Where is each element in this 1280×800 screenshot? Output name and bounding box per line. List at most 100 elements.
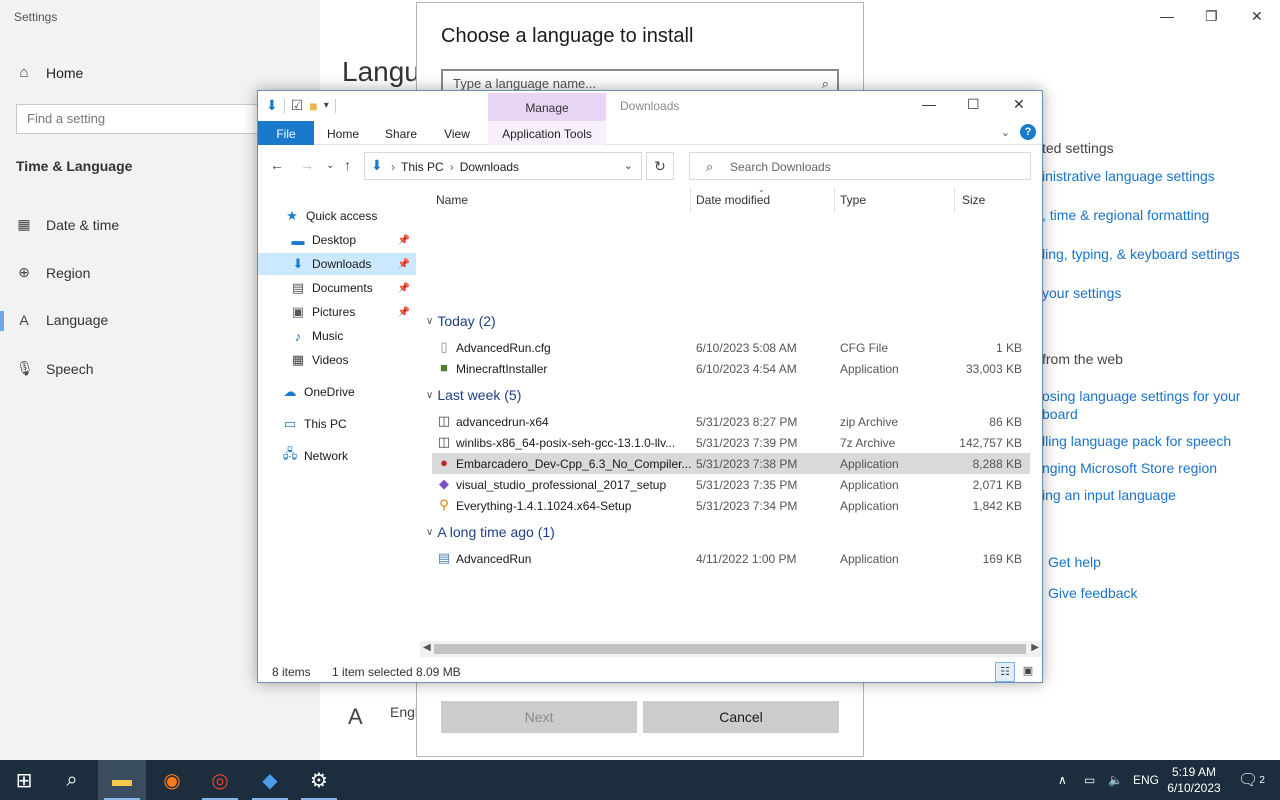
file-row[interactable]: ▤ AdvancedRun 4/11/2022 1:00 PM Applicat… xyxy=(432,548,1030,569)
nav-videos[interactable]: ▦ Videos xyxy=(258,349,416,371)
group-header-today[interactable]: ∨ Today (2) xyxy=(426,313,496,329)
taskbar-settings[interactable]: ⚙ xyxy=(295,760,343,800)
next-button[interactable]: Next xyxy=(441,701,637,733)
file-row[interactable]: ◆ visual_studio_professional_2017_setup … xyxy=(432,474,1030,495)
new-folder-icon[interactable]: ■ xyxy=(309,98,317,114)
tab-file[interactable]: File xyxy=(258,121,314,145)
column-header-type[interactable]: Type xyxy=(840,193,866,207)
up-arrow-icon[interactable]: ↑ xyxy=(344,157,351,173)
application-window-icon: ▤ xyxy=(437,550,451,565)
nav-network[interactable]: 🖧 Network xyxy=(258,445,416,467)
file-row[interactable]: ▯ AdvancedRun.cfg 6/10/2023 5:08 AM CFG … xyxy=(432,337,1030,358)
details-view-icon[interactable]: ☷ xyxy=(995,662,1015,682)
nav-pictures[interactable]: ▣ Pictures 📌 xyxy=(258,301,416,323)
web-help-link[interactable]: nging Microsoft Store region xyxy=(1042,459,1252,477)
file-row[interactable]: ◫ advancedrun-x64 5/31/2023 8:27 PM zip … xyxy=(432,411,1030,432)
start-button[interactable]: ⊞ xyxy=(0,760,48,800)
customize-toolbar-icon[interactable]: ▾ xyxy=(324,100,329,111)
quick-access-toolbar: ⬇ ☑ ■ ▾ xyxy=(266,97,336,114)
notification-center-button[interactable]: 🗨 2 xyxy=(1238,760,1265,800)
nav-onedrive[interactable]: ☁ OneDrive xyxy=(258,381,416,403)
web-help-link[interactable]: board xyxy=(1042,405,1252,423)
back-arrow-icon[interactable]: ← xyxy=(270,157,284,173)
taskbar-firefox[interactable]: ◉ xyxy=(148,760,196,800)
related-link[interactable]: , time & regional formatting xyxy=(1042,206,1252,224)
recent-locations-icon[interactable]: ⌄ xyxy=(326,160,334,171)
dialog-title: Choose a language to install xyxy=(441,25,694,47)
help-icon[interactable]: ? xyxy=(1020,124,1036,140)
web-help-link[interactable]: osing language settings for your xyxy=(1042,387,1252,405)
column-separator[interactable] xyxy=(954,187,955,213)
explorer-maximize-button[interactable]: ☐ xyxy=(967,96,980,113)
nav-music[interactable]: ♪ Music xyxy=(258,325,416,347)
tab-application-tools[interactable]: Application Tools xyxy=(488,121,606,145)
column-header-name[interactable]: Name xyxy=(436,193,468,207)
large-icons-view-icon[interactable]: ▣ xyxy=(1018,662,1038,682)
refresh-button[interactable]: ↻ xyxy=(646,152,674,180)
nav-downloads[interactable]: ⬇ Downloads 📌 xyxy=(258,253,416,275)
properties-icon[interactable]: ☑ xyxy=(291,97,304,114)
tab-view[interactable]: View xyxy=(438,121,476,145)
breadcrumb-downloads[interactable]: Downloads xyxy=(460,160,519,174)
forward-arrow-icon[interactable]: → xyxy=(300,157,314,173)
group-header-long-ago[interactable]: ∨ A long time ago (1) xyxy=(426,524,555,540)
address-bar[interactable]: ⬇ › This PC › Downloads ⌄ xyxy=(364,152,642,180)
expand-ribbon-icon[interactable]: ⌄ xyxy=(1001,126,1010,139)
taskbar-file-explorer[interactable]: ▬ xyxy=(98,760,146,800)
tab-share[interactable]: Share xyxy=(380,121,422,145)
sidebar-item-language[interactable]: A Language xyxy=(16,312,108,328)
clock-time: 5:19 AM xyxy=(1171,765,1217,779)
horizontal-scrollbar[interactable]: ◀ ▶ xyxy=(420,641,1042,657)
chevron-down-icon[interactable]: ⌄ xyxy=(624,159,633,172)
column-separator[interactable] xyxy=(834,187,835,213)
settings-home-link[interactable]: ⌂ Home xyxy=(16,64,83,81)
sidebar-item-date-time[interactable]: ▦ Date & time xyxy=(16,216,119,233)
volume-muted-icon[interactable]: 🔈 xyxy=(1108,760,1123,800)
nav-desktop[interactable]: ▬ Desktop 📌 xyxy=(258,229,416,251)
toolbar-separator xyxy=(334,98,336,113)
manage-contextual-tab[interactable]: Manage xyxy=(488,93,606,121)
tab-home[interactable]: Home xyxy=(320,121,366,145)
search-button[interactable]: ⌕ xyxy=(48,760,96,800)
file-row[interactable]: ⚲ Everything-1.4.1.1024.x64-Setup 5/31/2… xyxy=(432,495,1030,516)
network-icon: 🖧 xyxy=(282,446,298,461)
sidebar-item-speech[interactable]: 🎙 Speech xyxy=(16,360,93,377)
column-separator[interactable] xyxy=(690,187,691,213)
file-row[interactable]: ■ MinecraftInstaller 6/10/2023 4:54 AM A… xyxy=(432,358,1030,379)
scrollbar-thumb[interactable] xyxy=(434,644,1026,654)
related-link[interactable]: your settings xyxy=(1042,284,1252,302)
restore-button[interactable]: ❐ xyxy=(1205,8,1218,25)
group-header-last-week[interactable]: ∨ Last week (5) xyxy=(426,387,521,403)
nav-documents[interactable]: ▤ Documents 📌 xyxy=(258,277,416,299)
get-help-link[interactable]: Get help xyxy=(1048,553,1258,571)
explorer-close-button[interactable]: ✕ xyxy=(1013,96,1025,113)
nav-this-pc[interactable]: ▭ This PC xyxy=(258,413,416,435)
network-status-icon[interactable]: ▭ xyxy=(1084,760,1095,800)
file-row[interactable]: ◫ winlibs-x86_64-posix-seh-gcc-13.1.0-ll… xyxy=(432,432,1030,453)
minimize-button[interactable]: — xyxy=(1160,8,1174,24)
taskbar-visual-studio[interactable]: ◆ xyxy=(246,760,294,800)
related-link[interactable]: inistrative language settings xyxy=(1042,167,1252,185)
column-header-date-modified[interactable]: Date modified xyxy=(696,193,770,207)
scroll-left-icon[interactable]: ◀ xyxy=(423,642,431,653)
close-button[interactable]: ✕ xyxy=(1251,8,1263,25)
web-help-link[interactable]: ing an input language xyxy=(1042,486,1252,504)
show-hidden-icons-button[interactable]: ∧ xyxy=(1058,760,1067,800)
file-icon: ▯ xyxy=(440,339,448,354)
input-language-indicator[interactable]: ENG xyxy=(1133,760,1159,800)
search-downloads-input[interactable]: ⌕ Search Downloads xyxy=(689,152,1031,180)
cancel-button[interactable]: Cancel xyxy=(643,701,839,733)
taskbar-clock[interactable]: 5:19 AM 6/10/2023 xyxy=(1162,764,1226,796)
nav-quick-access[interactable]: ★ Quick access xyxy=(258,205,416,227)
related-link[interactable]: ling, typing, & keyboard settings xyxy=(1042,245,1252,263)
column-header-size[interactable]: Size xyxy=(962,193,985,207)
file-row-selected[interactable]: ● Embarcadero_Dev-Cpp_6.3_No_Compiler...… xyxy=(432,453,1030,474)
explorer-minimize-button[interactable]: — xyxy=(922,96,936,112)
breadcrumb-this-pc[interactable]: This PC xyxy=(401,160,444,174)
web-help-link[interactable]: lling language pack for speech xyxy=(1042,432,1252,450)
taskbar-chrome[interactable]: ◎ xyxy=(196,760,244,800)
sidebar-item-region[interactable]: ⊕ Region xyxy=(16,264,90,281)
give-feedback-link[interactable]: Give feedback xyxy=(1048,584,1258,602)
scroll-right-icon[interactable]: ▶ xyxy=(1031,642,1039,653)
nav-label: Network xyxy=(304,449,349,463)
